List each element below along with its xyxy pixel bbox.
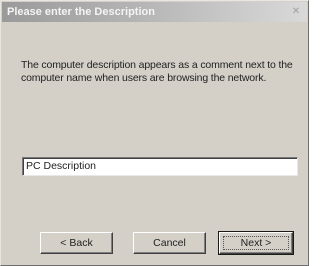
title-bar: Please enter the Description ✕: [2, 2, 307, 22]
back-button[interactable]: < Back: [40, 232, 113, 254]
next-button-label: Next >: [240, 237, 272, 249]
description-input[interactable]: PC Description: [22, 157, 298, 176]
description-text: The computer description appears as a co…: [21, 59, 293, 84]
next-button[interactable]: Next >: [218, 231, 294, 255]
description-dialog: Please enter the Description ✕ The compu…: [0, 0, 309, 266]
close-icon[interactable]: ✕: [289, 5, 303, 18]
cancel-button[interactable]: Cancel: [133, 232, 206, 254]
window-title: Please enter the Description: [7, 6, 155, 18]
